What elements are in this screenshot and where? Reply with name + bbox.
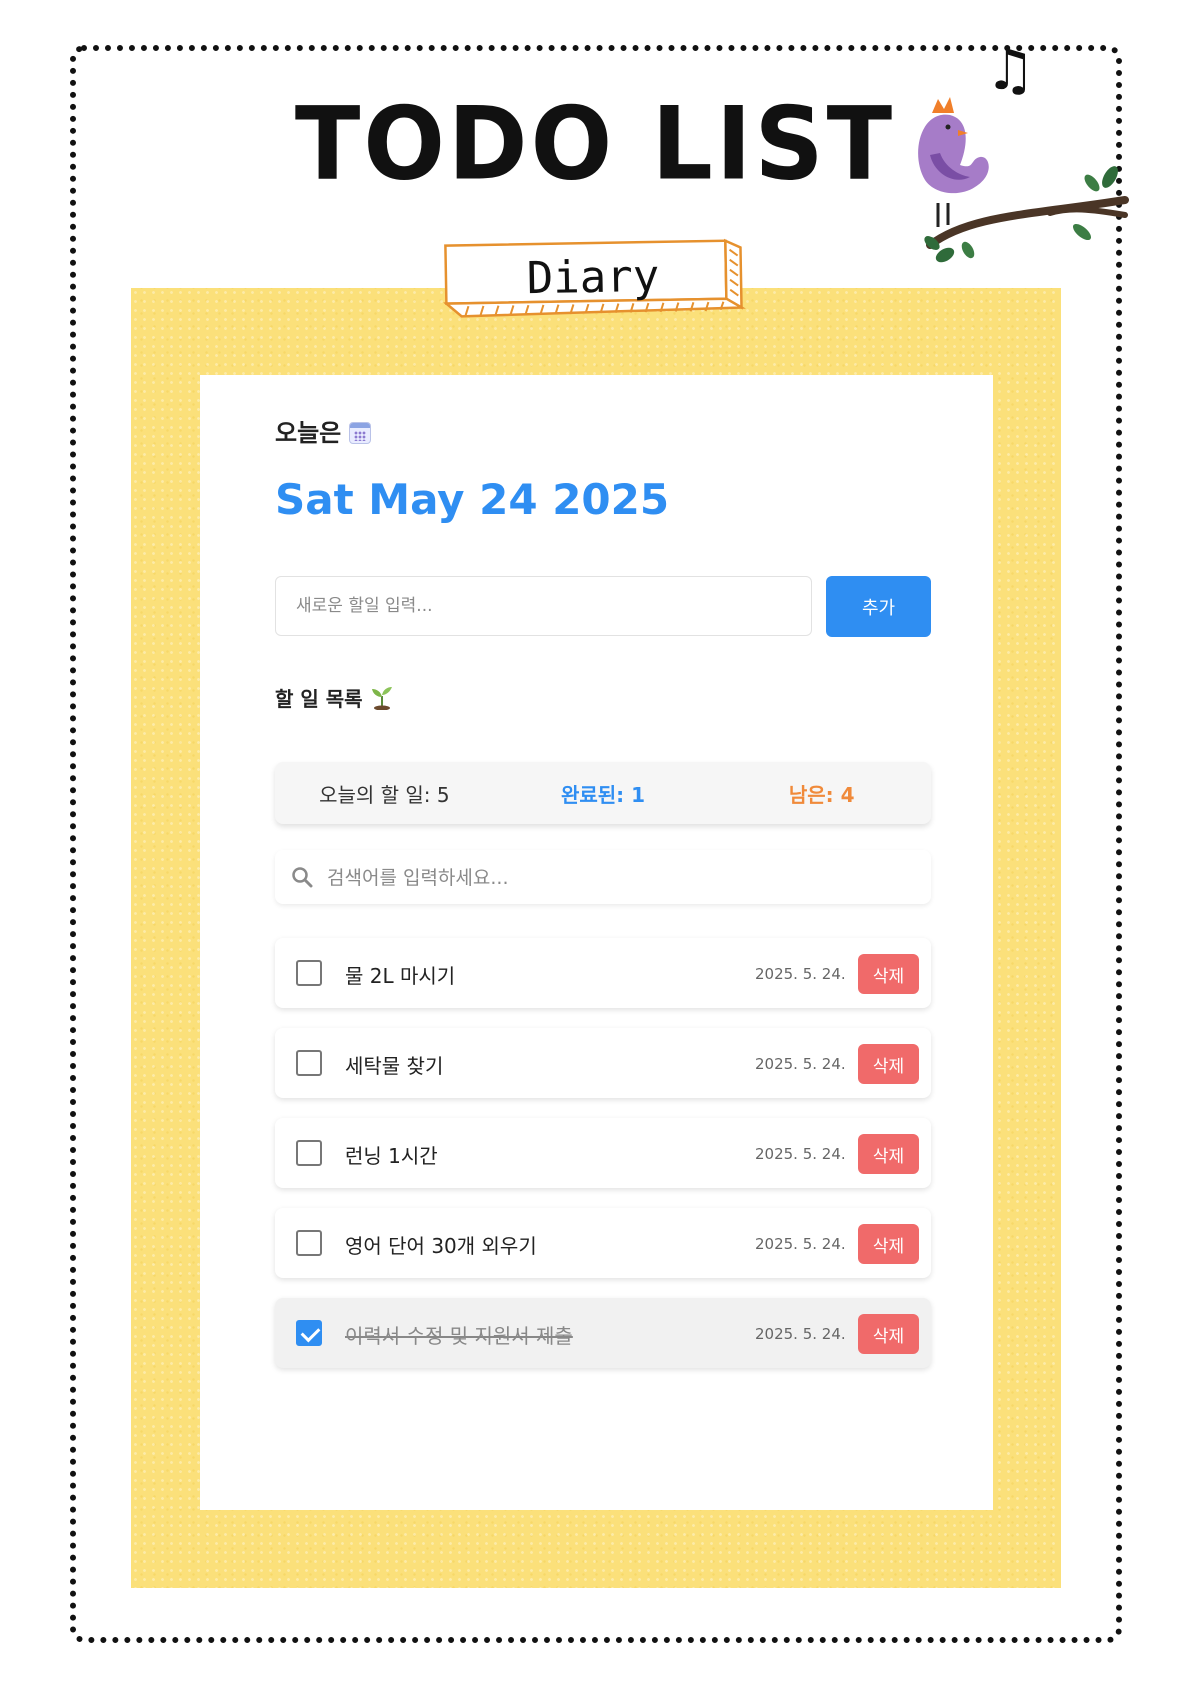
todo-text: 영어 단어 30개 외우기 [345, 1234, 537, 1258]
today-label: 오늘은 [275, 419, 342, 447]
todo-card: 오늘은 Sat May 24 2025 추가 할 일 목록 오늘의 할 일: 5… [200, 375, 993, 1510]
todo-checkbox[interactable] [296, 1140, 322, 1166]
todo-item: 런닝 1시간 2025. 5. 24. 삭제 [275, 1118, 931, 1188]
todo-text: 런닝 1시간 [345, 1144, 438, 1168]
todo-date: 2025. 5. 24. [755, 1145, 846, 1163]
todo-date: 2025. 5. 24. [755, 1055, 846, 1073]
todo-date: 2025. 5. 24. [755, 965, 846, 983]
todo-text: 물 2L 마시기 [345, 964, 456, 988]
todo-item-completed: 이력서 수정 및 지원서 제출 2025. 5. 24. 삭제 [275, 1298, 931, 1368]
todo-checkbox[interactable] [296, 960, 322, 986]
stat-total: 오늘의 할 일: 5 [319, 782, 450, 807]
delete-button[interactable]: 삭제 [858, 1044, 919, 1084]
music-note-icon: ♫ [985, 38, 1036, 103]
delete-button[interactable]: 삭제 [858, 1314, 919, 1354]
add-todo-button[interactable]: 추가 [826, 576, 931, 637]
delete-button[interactable]: 삭제 [858, 1224, 919, 1264]
todo-item: 세탁물 찾기 2025. 5. 24. 삭제 [275, 1028, 931, 1098]
diary-tag-label: Diary [526, 250, 660, 305]
search-box [275, 850, 931, 906]
calendar-icon [349, 422, 372, 444]
stat-completed: 완료된: 1 [560, 782, 646, 807]
todo-list-heading: 할 일 목록 [275, 683, 393, 712]
stat-remaining: 남은: 4 [788, 782, 855, 807]
todo-checkbox[interactable] [296, 1050, 322, 1076]
search-input[interactable] [325, 850, 909, 906]
new-todo-input[interactable] [275, 576, 812, 636]
sprout-icon [371, 687, 392, 710]
delete-button[interactable]: 삭제 [858, 954, 919, 994]
delete-button[interactable]: 삭제 [858, 1134, 919, 1174]
todo-text: 세탁물 찾기 [345, 1054, 444, 1078]
todo-stats-bar: 오늘의 할 일: 5 완료된: 1 남은: 4 [275, 762, 931, 824]
todo-checkbox[interactable] [296, 1230, 322, 1256]
todo-item: 물 2L 마시기 2025. 5. 24. 삭제 [275, 938, 931, 1008]
bird-illustration [918, 97, 1129, 263]
todo-item: 영어 단어 30개 외우기 2025. 5. 24. 삭제 [275, 1208, 931, 1278]
todo-date: 2025. 5. 24. [755, 1325, 846, 1343]
todo-text: 이력서 수정 및 지원서 제출 [345, 1324, 573, 1348]
list-heading-label: 할 일 목록 [275, 687, 363, 711]
todo-date: 2025. 5. 24. [755, 1235, 846, 1253]
current-date: Sat May 24 2025 [275, 475, 670, 524]
today-heading: 오늘은 [275, 413, 372, 448]
search-icon [292, 867, 313, 888]
todo-checkbox-checked[interactable] [296, 1320, 322, 1346]
